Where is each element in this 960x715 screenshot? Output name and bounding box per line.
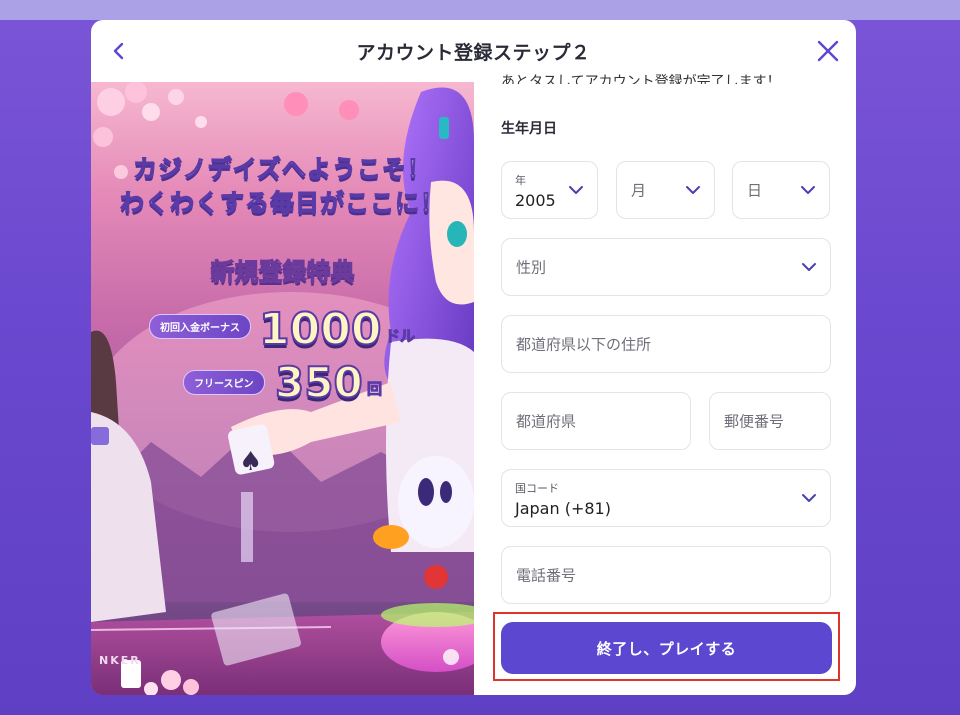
gender-placeholder: 性別 bbox=[516, 258, 547, 277]
finish-and-play-button[interactable]: 終了し、プレイする bbox=[501, 622, 832, 674]
chevron-down-icon bbox=[569, 186, 583, 194]
svg-text:♠: ♠ bbox=[239, 447, 262, 477]
registration-form: あとタスしてアカウント登録が完了します！ 生年月日 年 2005 月 日 性別 … bbox=[474, 74, 856, 695]
country-code-select[interactable]: 国コード Japan (+81) bbox=[501, 469, 831, 527]
country-code-label: 国コード bbox=[515, 482, 559, 495]
top-bar bbox=[0, 0, 960, 20]
year-select[interactable]: 年 2005 bbox=[501, 161, 598, 219]
instruction-text: あとタスしてアカウント登録が完了します！ bbox=[501, 74, 781, 84]
address-placeholder: 都道府県以下の住所 bbox=[516, 335, 652, 354]
day-select[interactable]: 日 bbox=[732, 161, 830, 219]
free-spin-unit: 回 bbox=[366, 380, 383, 399]
back-button[interactable] bbox=[107, 37, 133, 65]
welcome-line-1: カジノデイズへようこそ！ bbox=[132, 154, 432, 183]
close-button[interactable] bbox=[814, 37, 842, 65]
free-spin-amount: 350 bbox=[274, 357, 364, 408]
year-label: 年 bbox=[515, 174, 526, 187]
deposit-bonus-amount: 1000 bbox=[258, 303, 382, 356]
country-code-value: Japan (+81) bbox=[515, 499, 611, 518]
table-text: NKER bbox=[99, 654, 141, 667]
month-select[interactable]: 月 bbox=[616, 161, 715, 219]
signup-bonus-title: 新規登録特典 bbox=[210, 258, 355, 287]
chevron-left-icon bbox=[113, 42, 124, 60]
registration-modal: アカウント登録ステップ２ ♠ カジノデイズへようこそ！ わくわくする毎日がここに… bbox=[91, 20, 856, 695]
chevron-down-icon bbox=[801, 186, 815, 194]
close-icon bbox=[817, 40, 839, 62]
postal-code-input[interactable]: 郵便番号 bbox=[709, 392, 831, 450]
phone-input[interactable]: 電話番号 bbox=[501, 546, 831, 604]
deposit-bonus-unit: ドル bbox=[384, 327, 416, 346]
prefecture-placeholder: 都道府県 bbox=[516, 412, 577, 431]
dob-label: 生年月日 bbox=[501, 121, 557, 137]
day-placeholder: 日 bbox=[747, 181, 763, 200]
month-placeholder: 月 bbox=[631, 181, 647, 200]
promo-banner: ♠ カジノデイズへようこそ！ わくわくする毎日がここに！ 新規登録特典 初回入金… bbox=[91, 82, 474, 695]
welcome-line-2: わくわくする毎日がここに！ bbox=[119, 188, 445, 217]
page-title: アカウント登録ステップ２ bbox=[356, 41, 591, 64]
gender-select[interactable]: 性別 bbox=[501, 238, 831, 296]
prefecture-input[interactable]: 都道府県 bbox=[501, 392, 691, 450]
address-input[interactable]: 都道府県以下の住所 bbox=[501, 315, 831, 373]
chevron-down-icon bbox=[802, 263, 816, 271]
phone-placeholder: 電話番号 bbox=[516, 566, 577, 585]
postal-code-placeholder: 郵便番号 bbox=[724, 412, 785, 431]
free-spin-label: フリースピン bbox=[183, 370, 265, 395]
welcome-heading: カジノデイズへようこそ！ わくわくする毎日がここに！ bbox=[91, 152, 474, 220]
chevron-down-icon bbox=[802, 494, 816, 502]
year-value: 2005 bbox=[515, 191, 556, 210]
chevron-down-icon bbox=[686, 186, 700, 194]
deposit-bonus-label: 初回入金ボーナス bbox=[149, 314, 251, 339]
